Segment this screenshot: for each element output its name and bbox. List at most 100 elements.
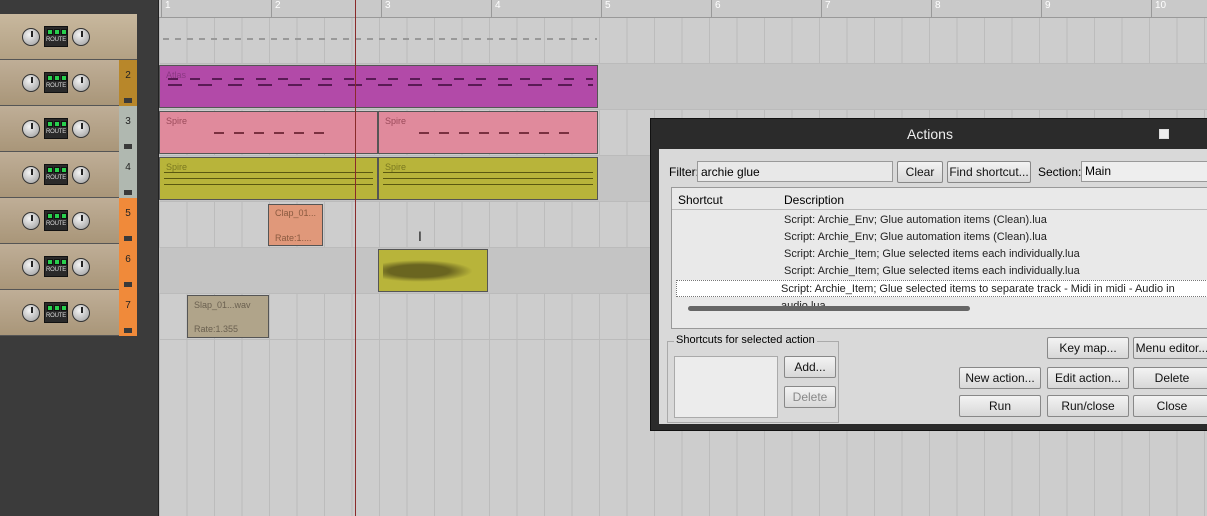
list-item[interactable]: Script: Archie_Item; Glue selected items… bbox=[676, 263, 1207, 280]
route-label: ROUTE bbox=[46, 37, 67, 43]
led-icon bbox=[61, 75, 67, 81]
item-audio-6[interactable] bbox=[378, 249, 488, 292]
volume-knob[interactable] bbox=[22, 258, 40, 276]
pin-icon[interactable] bbox=[1159, 129, 1169, 139]
led-icon bbox=[54, 29, 60, 35]
shortcuts-list[interactable] bbox=[674, 356, 778, 418]
item-clap[interactable]: Clap_01... Rate:1.... bbox=[268, 204, 323, 246]
item-spire-4[interactable]: Spire bbox=[378, 157, 598, 200]
col-shortcut[interactable]: Shortcut bbox=[678, 193, 723, 207]
route-button[interactable]: ROUTE bbox=[44, 256, 68, 277]
midi-notes bbox=[383, 172, 593, 190]
edit-action-button[interactable]: Edit action... bbox=[1047, 367, 1129, 389]
led-icon bbox=[47, 167, 53, 173]
led-icon bbox=[61, 167, 67, 173]
key-map-button[interactable]: Key map... bbox=[1047, 337, 1129, 359]
ruler-mark: 2 bbox=[271, 0, 281, 18]
pan-knob[interactable] bbox=[72, 304, 90, 322]
delete-shortcut-button[interactable]: Delete bbox=[784, 386, 836, 408]
pan-knob[interactable] bbox=[72, 28, 90, 46]
route-button[interactable]: ROUTE bbox=[44, 164, 68, 185]
track-number[interactable]: 5 bbox=[119, 198, 137, 244]
item-spire-2[interactable]: Spire bbox=[378, 111, 598, 154]
list-item[interactable]: Script: Archie_Env; Glue automation item… bbox=[676, 229, 1207, 246]
filter-label: Filter: bbox=[669, 165, 699, 179]
ruler-mark: 8 bbox=[931, 0, 941, 18]
route-label: ROUTE bbox=[46, 221, 67, 227]
actions-list[interactable]: Shortcut Description Script: Archie_Env;… bbox=[671, 187, 1207, 329]
route-button[interactable]: ROUTE bbox=[44, 210, 68, 231]
track-4[interactable]: ROUTE bbox=[0, 152, 137, 198]
ruler-mark: 7 bbox=[821, 0, 831, 18]
led-icon bbox=[47, 259, 53, 265]
track-number[interactable]: 3 bbox=[119, 106, 137, 152]
led-icon bbox=[47, 305, 53, 311]
volume-knob[interactable] bbox=[22, 74, 40, 92]
timeline-ruler[interactable]: 1 2 3 4 5 6 7 8 9 10 bbox=[159, 0, 1207, 18]
midi-notes bbox=[419, 132, 569, 134]
midi-notes bbox=[168, 84, 593, 86]
list-item-selected[interactable]: Script: Archie_Item; Glue selected items… bbox=[676, 280, 1207, 312]
section-select[interactable]: Main bbox=[1081, 161, 1207, 182]
volume-knob[interactable] bbox=[22, 212, 40, 230]
route-button[interactable]: ROUTE bbox=[44, 72, 68, 93]
track-number[interactable]: 4 bbox=[119, 152, 137, 198]
playhead-cursor[interactable] bbox=[355, 0, 356, 516]
clear-button[interactable]: Clear bbox=[897, 161, 943, 183]
track-number[interactable]: 7 bbox=[119, 290, 137, 336]
ruler-mark: 4 bbox=[491, 0, 501, 18]
horizontal-scrollbar[interactable] bbox=[688, 306, 970, 311]
col-description[interactable]: Description bbox=[784, 193, 844, 207]
pan-knob[interactable] bbox=[72, 258, 90, 276]
track-number-label: 6 bbox=[125, 254, 131, 265]
pan-knob[interactable] bbox=[72, 120, 90, 138]
track-master[interactable]: ROUTE bbox=[0, 14, 137, 60]
track-2[interactable]: ROUTE bbox=[0, 60, 137, 106]
ruler-mark: 5 bbox=[601, 0, 611, 18]
list-header: Shortcut Description bbox=[672, 188, 1207, 210]
led-icon bbox=[61, 121, 67, 127]
pan-knob[interactable] bbox=[72, 74, 90, 92]
midi-notes bbox=[168, 78, 593, 80]
track-7[interactable]: ROUTE bbox=[0, 290, 137, 336]
item-rate: Rate:1.... bbox=[275, 233, 312, 243]
run-button[interactable]: Run bbox=[959, 395, 1041, 417]
route-button[interactable]: ROUTE bbox=[44, 118, 68, 139]
track-number[interactable]: 6 bbox=[119, 244, 137, 290]
route-label: ROUTE bbox=[46, 313, 67, 319]
led-icon bbox=[54, 305, 60, 311]
folder-icon bbox=[124, 282, 132, 287]
list-item[interactable]: Script: Archie_Item; Glue selected items… bbox=[676, 246, 1207, 263]
list-item[interactable]: Script: Archie_Env; Glue automation item… bbox=[676, 212, 1207, 229]
pan-knob[interactable] bbox=[72, 212, 90, 230]
filter-input[interactable] bbox=[697, 161, 893, 182]
find-shortcut-button[interactable]: Find shortcut... bbox=[947, 161, 1031, 183]
item-name: Spire bbox=[385, 116, 407, 126]
add-shortcut-button[interactable]: Add... bbox=[784, 356, 836, 378]
run-close-button[interactable]: Run/close bbox=[1047, 395, 1129, 417]
route-label: ROUTE bbox=[46, 129, 67, 135]
volume-knob[interactable] bbox=[22, 120, 40, 138]
item-name: Slap_01...wav bbox=[194, 300, 251, 310]
item-spire-1[interactable]: Spire bbox=[159, 111, 378, 154]
track-number-label: 3 bbox=[125, 116, 131, 127]
pan-knob[interactable] bbox=[72, 166, 90, 184]
volume-knob[interactable] bbox=[22, 304, 40, 322]
led-icon bbox=[54, 213, 60, 219]
volume-knob[interactable] bbox=[22, 166, 40, 184]
item-slap[interactable]: Slap_01...wav Rate:1.355 bbox=[187, 295, 269, 338]
close-button[interactable]: Close bbox=[1133, 395, 1207, 417]
route-button[interactable]: ROUTE bbox=[44, 26, 68, 47]
new-action-button[interactable]: New action... bbox=[959, 367, 1041, 389]
track-number[interactable]: 2 bbox=[119, 60, 137, 106]
track-5[interactable]: ROUTE bbox=[0, 198, 137, 244]
track-6[interactable]: ROUTE bbox=[0, 244, 137, 290]
delete-action-button[interactable]: Delete bbox=[1133, 367, 1207, 389]
item-spire-3[interactable]: Spire bbox=[159, 157, 378, 200]
menu-editor-button[interactable]: Menu editor... bbox=[1133, 337, 1207, 359]
track-3[interactable]: ROUTE bbox=[0, 106, 137, 152]
dialog-title: Actions bbox=[907, 126, 953, 142]
route-button[interactable]: ROUTE bbox=[44, 302, 68, 323]
volume-knob[interactable] bbox=[22, 28, 40, 46]
item-atlas[interactable]: Atlas bbox=[159, 65, 598, 108]
